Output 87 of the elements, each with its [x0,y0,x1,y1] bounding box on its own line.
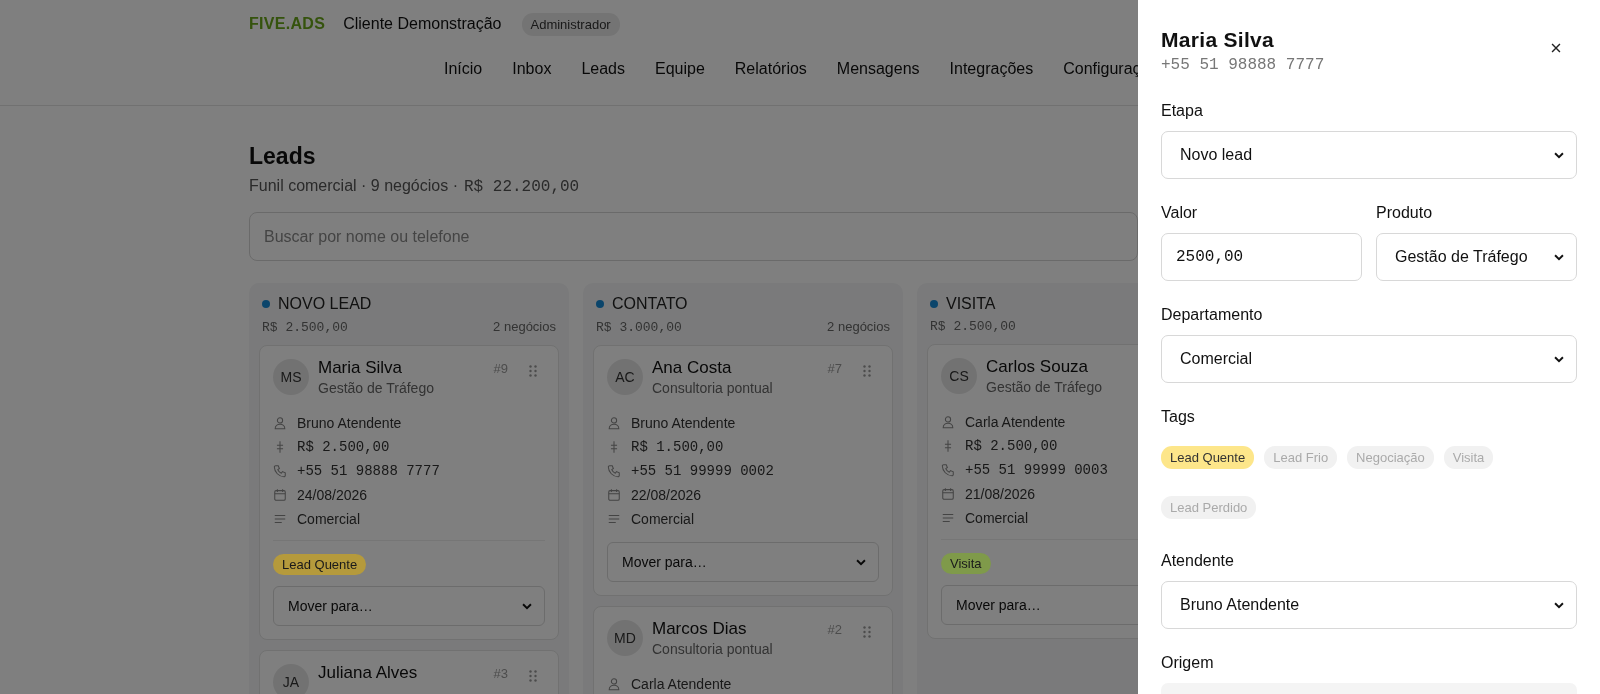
deal-count: 2 negócios [493,319,556,334]
product-name: Consultoria pontual [652,641,774,657]
dropdown[interactable]: Gestão de Tráfego [1376,233,1577,281]
tag: Lead Quente [273,554,367,575]
attendant-name: Bruno Atendente [631,414,736,431]
panel-title: Maria Silva [1161,28,1276,52]
status-dot [596,300,604,308]
column-title: VISITA [946,295,996,313]
total-value: R$ 22.200,00 [463,178,580,196]
nav-link[interactable]: Inbox [497,60,567,78]
nav-link[interactable]: Equipe [640,60,720,78]
column-total: R$ 2.500,00 [930,319,1016,334]
nav-link[interactable]: Configuraç [1048,60,1141,78]
lead-name: Maria Silva [318,358,404,378]
status-dot [930,300,938,308]
avatar: MS [273,359,309,395]
phone-icon [607,463,621,478]
phone-icon [941,462,955,477]
phone-number: +55 51 99999 0003 [965,461,1108,478]
search-field[interactable]: Buscar por nome ou telefone [249,212,1138,261]
lead-name: Ana Costa [652,358,733,378]
phone-number: +55 51 98888 7777 [297,462,440,479]
field-label: Etapa [1161,102,1204,120]
page-subtitle: Funil comercial · 9 negócios · [249,177,458,195]
person-icon [607,415,621,430]
person-icon [273,415,287,430]
nav-link[interactable]: Integrações [934,60,1049,78]
deal-count: 2 negócios [827,319,890,334]
phone-number: +55 51 98888 7777 [1161,56,1325,74]
status-dot [262,300,270,308]
input-field[interactable]: 2500,00 [1161,233,1362,281]
dropdown[interactable]: Novo lead [1161,131,1577,179]
calendar-icon [607,487,621,502]
field-label: Valor [1161,204,1199,222]
client-name: Cliente Demonstração [343,15,502,33]
drag-handle-icon[interactable] [863,365,871,377]
move-dropdown[interactable]: Mover para… [273,586,545,626]
deal-value: R$ 2.500,00 [297,438,390,455]
product-name: Consultoria pontual [652,380,774,396]
date-text: 24/08/2026 [297,486,368,503]
nav-link[interactable]: Relatórios [719,60,822,78]
attendant-name: Carla Atendente [631,675,732,692]
date-text: 21/08/2026 [965,485,1036,502]
department-name: Comercial [631,510,694,527]
date-text: 22/08/2026 [631,486,702,503]
dropdown[interactable]: Comercial [1161,335,1577,383]
drag-handle-icon[interactable] [529,365,537,377]
product-name: Gestão de Tráfego [986,379,1103,395]
phone-icon [273,463,287,478]
move-dropdown[interactable]: Mover para… [607,542,879,582]
tag-chip[interactable]: Lead Quente [1161,446,1255,469]
column-title: NOVO LEAD [278,295,372,313]
deal-value: R$ 1.500,00 [631,438,724,455]
person-icon [607,676,621,691]
phone-number: +55 51 99999 0002 [631,462,774,479]
lead-name: Marcos Dias [652,619,748,639]
field-label: Tags [1161,408,1196,426]
avatar: MD [607,620,643,656]
person-icon [941,414,955,429]
calendar-icon [273,487,287,502]
column-total: R$ 3.000,00 [596,320,682,335]
department-name: Comercial [965,509,1028,526]
field-label: Produto [1376,204,1434,222]
product-name: Gestão de Tráfego [318,380,435,396]
attendant-name: Bruno Atendente [297,414,402,431]
nav-link[interactable]: Mensagens [821,60,935,78]
close-icon [1549,41,1563,55]
field-label: Origem [1161,654,1215,672]
attendant-name: Carla Atendente [965,413,1066,430]
avatar: JA [273,664,309,694]
lead-name: Juliana Alves [318,663,419,683]
avatar: CS [941,358,977,394]
role-badge: Administrador [521,12,620,36]
nav-link[interactable]: Início [429,60,498,78]
avatar: AC [607,359,643,395]
tag: Visita [941,553,991,574]
drag-handle-icon[interactable] [863,626,871,638]
department-name: Comercial [297,510,360,527]
calendar-icon [941,486,955,501]
dropdown[interactable]: Bruno Atendente [1161,581,1577,629]
column-title: CONTATO [612,295,688,313]
page-title: Leads [249,143,316,170]
column-total: R$ 2.500,00 [262,320,348,335]
nav-link[interactable]: Leads [566,60,640,78]
field-label: Departamento [1161,306,1264,324]
deal-value: R$ 2.500,00 [965,437,1058,454]
drag-handle-icon[interactable] [529,670,537,682]
